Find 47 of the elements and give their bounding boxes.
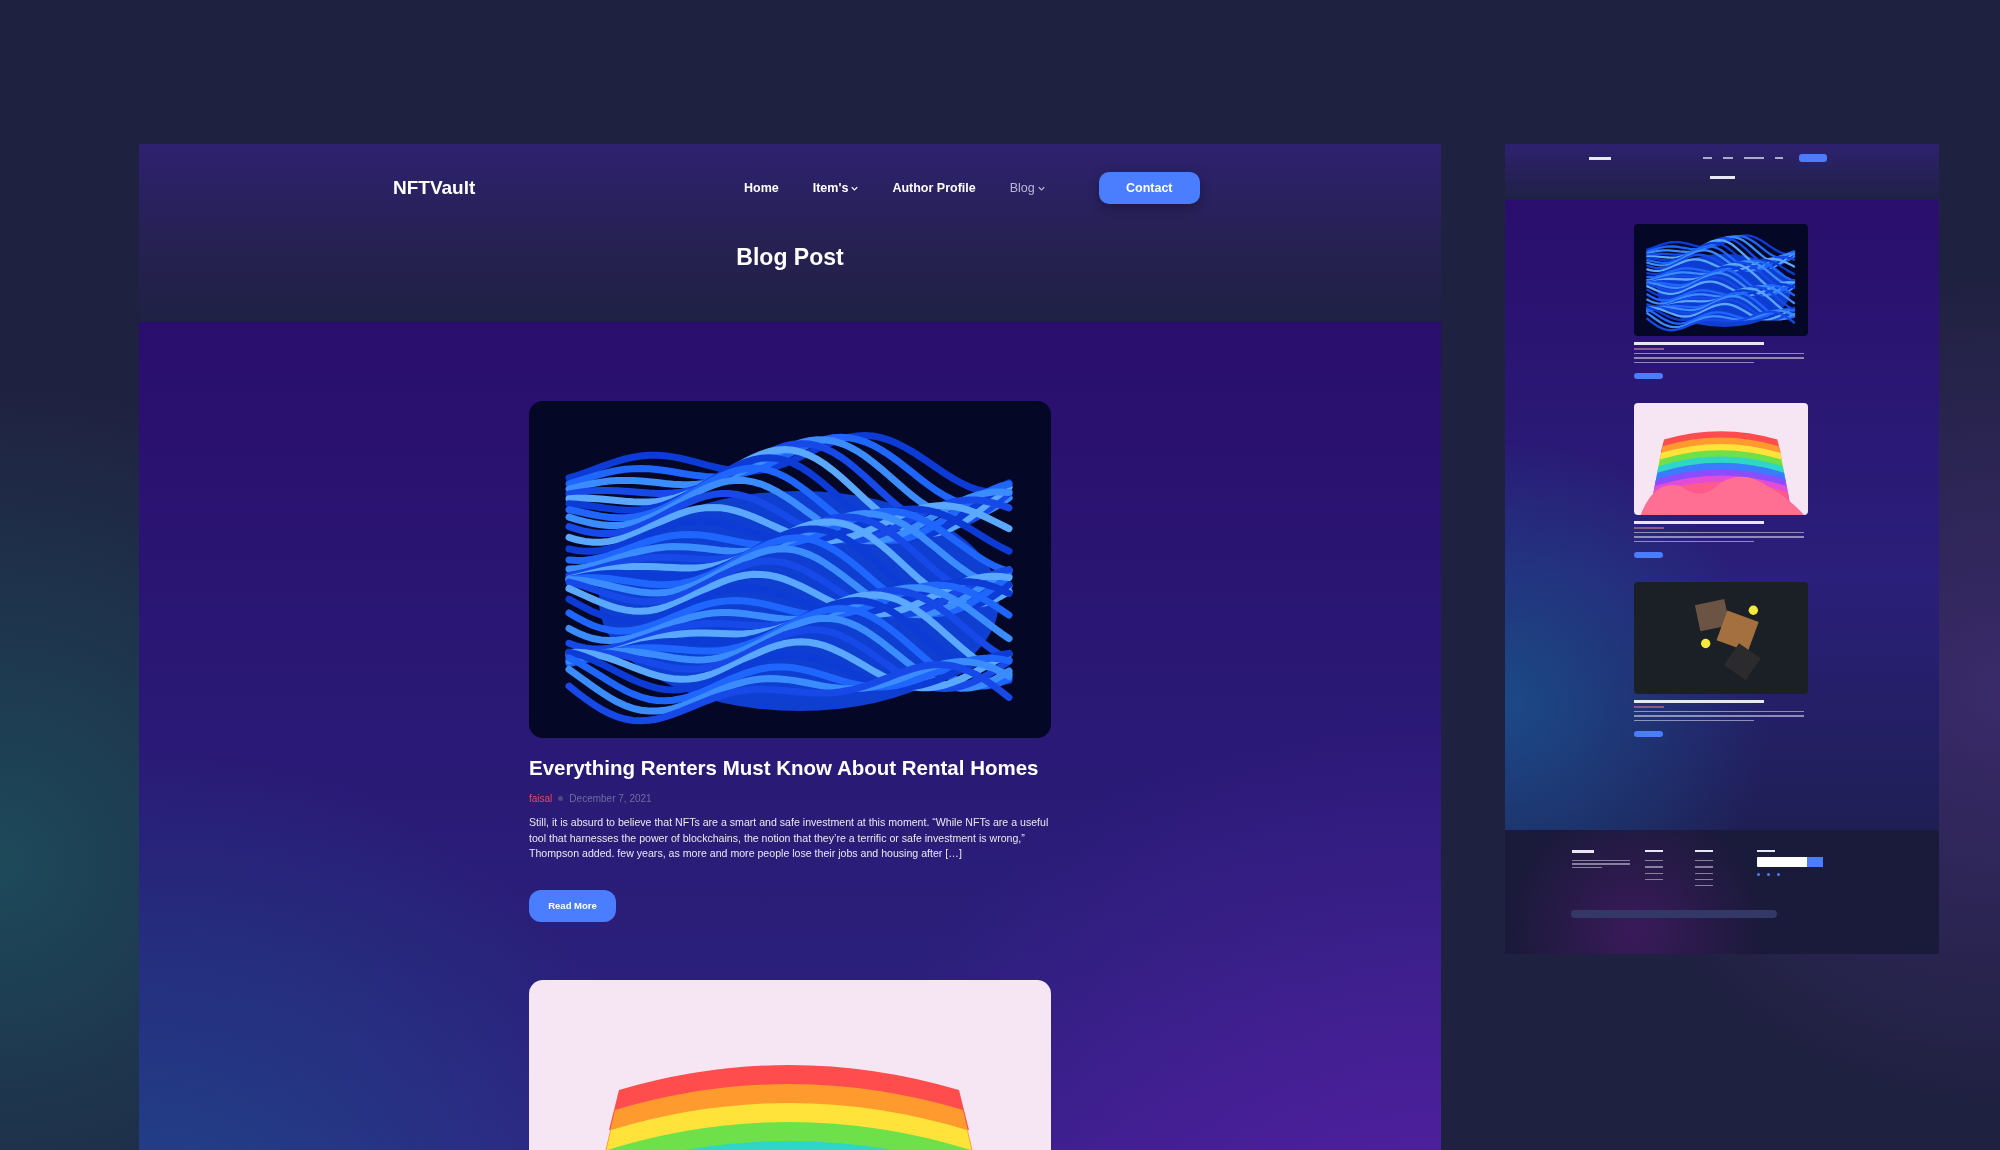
heading-placeholder-line bbox=[1695, 850, 1713, 852]
contact-button[interactable]: Contact bbox=[1098, 172, 1200, 204]
read-more-button[interactable]: Read More bbox=[529, 889, 616, 922]
text-placeholder-line bbox=[1695, 878, 1713, 881]
separator-dot bbox=[558, 796, 564, 801]
text-placeholder-line bbox=[1695, 860, 1713, 862]
email-field[interactable] bbox=[1757, 857, 1807, 867]
text-placeholder-line bbox=[1645, 872, 1663, 874]
read-more-button[interactable] bbox=[1634, 373, 1663, 379]
read-more-button[interactable] bbox=[1634, 731, 1663, 737]
contact-button[interactable] bbox=[1799, 154, 1827, 162]
nav-link[interactable]: Item's bbox=[812, 181, 859, 195]
text-placeholder-line bbox=[1645, 866, 1663, 868]
caret-icon bbox=[1037, 185, 1045, 191]
text-placeholder-line bbox=[1695, 866, 1713, 868]
social-icon[interactable] bbox=[1757, 873, 1760, 876]
post-title[interactable]: Everything Renters Must Know About Rental Homes bbox=[529, 756, 1051, 780]
heading-placeholder-line bbox=[1645, 850, 1663, 852]
text-placeholder-line bbox=[1634, 348, 1664, 350]
nav-link[interactable]: Author Profile bbox=[892, 181, 976, 195]
text-placeholder-line bbox=[1703, 157, 1712, 159]
heading-placeholder-line bbox=[1757, 850, 1775, 852]
site-logo[interactable]: NFTVault bbox=[393, 177, 744, 199]
text-placeholder-line bbox=[1645, 860, 1663, 862]
text-placeholder-line bbox=[1723, 157, 1733, 159]
text-placeholder-line bbox=[1695, 872, 1713, 874]
title-placeholder-line bbox=[1709, 176, 1735, 179]
social-icon[interactable] bbox=[1767, 873, 1770, 876]
text-placeholder-line bbox=[1645, 878, 1663, 881]
post-date: December 7, 2021 bbox=[569, 793, 652, 804]
caret-icon bbox=[851, 185, 859, 191]
logo-placeholder-line bbox=[1572, 850, 1594, 853]
read-more-button[interactable] bbox=[1634, 552, 1663, 558]
post-author[interactable]: faisal bbox=[529, 793, 553, 804]
text-placeholder-line bbox=[1572, 863, 1630, 865]
text-placeholder-line bbox=[1744, 157, 1764, 159]
post-excerpt: Still, it is absurd to believe that NFTs are a smart and safe investment at this moment. “While NFTs are a useful tool that harnesses the power of blockchains, the notion that they’re a terrific or safe investment is wrong,” Thompson added. few years, as more and more people lose their jobs and housing after […] bbox=[529, 815, 1050, 861]
nav-link[interactable]: Home bbox=[744, 181, 779, 195]
nav-link[interactable]: Blog bbox=[1009, 181, 1045, 195]
text-placeholder-line bbox=[1695, 885, 1713, 887]
text-placeholder-line bbox=[1572, 859, 1630, 861]
page-title: Blog Post bbox=[735, 244, 845, 271]
text-placeholder-line bbox=[1634, 706, 1664, 708]
text-placeholder-line bbox=[1572, 867, 1602, 869]
text-placeholder-line bbox=[1634, 527, 1664, 529]
logo-placeholder-line bbox=[1589, 156, 1611, 160]
social-icon[interactable] bbox=[1777, 873, 1780, 876]
